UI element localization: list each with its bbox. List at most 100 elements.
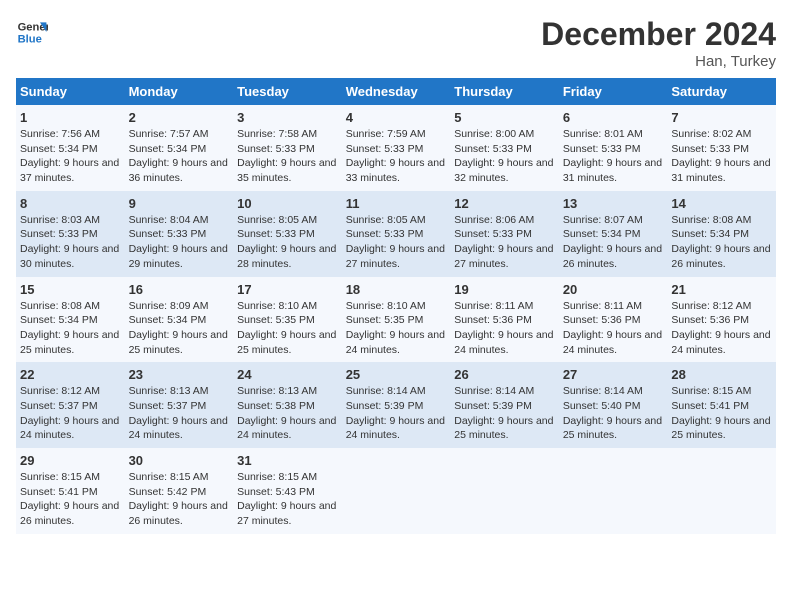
title-area: December 2024 Han, Turkey: [541, 16, 776, 70]
day-detail: Sunrise: 8:12 AMSunset: 5:36 PMDaylight:…: [671, 299, 772, 358]
day-number: 25: [346, 367, 447, 382]
day-number: 8: [20, 196, 121, 211]
day-number: 16: [129, 282, 230, 297]
day-detail: Sunrise: 7:57 AMSunset: 5:34 PMDaylight:…: [129, 127, 230, 186]
calendar-cell: 19 Sunrise: 8:11 AMSunset: 5:36 PMDaylig…: [450, 277, 559, 363]
day-detail: Sunrise: 8:08 AMSunset: 5:34 PMDaylight:…: [20, 299, 121, 358]
calendar-cell: 1 Sunrise: 7:56 AMSunset: 5:34 PMDayligh…: [16, 105, 125, 191]
calendar-cell: 23 Sunrise: 8:13 AMSunset: 5:37 PMDaylig…: [125, 362, 234, 448]
month-title: December 2024: [541, 16, 776, 53]
day-detail: Sunrise: 8:12 AMSunset: 5:37 PMDaylight:…: [20, 384, 121, 443]
svg-text:Blue: Blue: [18, 33, 42, 45]
logo: General Blue: [16, 16, 48, 48]
day-number: 28: [671, 367, 772, 382]
day-number: 24: [237, 367, 338, 382]
calendar-cell: 2 Sunrise: 7:57 AMSunset: 5:34 PMDayligh…: [125, 105, 234, 191]
day-number: 26: [454, 367, 555, 382]
day-detail: Sunrise: 8:01 AMSunset: 5:33 PMDaylight:…: [563, 127, 664, 186]
day-detail: Sunrise: 7:56 AMSunset: 5:34 PMDaylight:…: [20, 127, 121, 186]
col-tuesday: Tuesday: [233, 78, 342, 105]
col-monday: Monday: [125, 78, 234, 105]
calendar-cell: [559, 448, 668, 534]
calendar-cell: 13 Sunrise: 8:07 AMSunset: 5:34 PMDaylig…: [559, 191, 668, 277]
calendar-cell: 5 Sunrise: 8:00 AMSunset: 5:33 PMDayligh…: [450, 105, 559, 191]
day-number: 2: [129, 110, 230, 125]
day-number: 14: [671, 196, 772, 211]
day-detail: Sunrise: 8:00 AMSunset: 5:33 PMDaylight:…: [454, 127, 555, 186]
calendar-cell: 6 Sunrise: 8:01 AMSunset: 5:33 PMDayligh…: [559, 105, 668, 191]
calendar-cell: 21 Sunrise: 8:12 AMSunset: 5:36 PMDaylig…: [667, 277, 776, 363]
calendar-cell: 25 Sunrise: 8:14 AMSunset: 5:39 PMDaylig…: [342, 362, 451, 448]
day-number: 5: [454, 110, 555, 125]
calendar-cell: [667, 448, 776, 534]
logo-icon: General Blue: [16, 16, 48, 48]
day-number: 9: [129, 196, 230, 211]
day-detail: Sunrise: 8:14 AMSunset: 5:39 PMDaylight:…: [346, 384, 447, 443]
day-number: 21: [671, 282, 772, 297]
day-detail: Sunrise: 8:15 AMSunset: 5:41 PMDaylight:…: [671, 384, 772, 443]
day-detail: Sunrise: 8:09 AMSunset: 5:34 PMDaylight:…: [129, 299, 230, 358]
calendar-table: Sunday Monday Tuesday Wednesday Thursday…: [16, 78, 776, 534]
col-sunday: Sunday: [16, 78, 125, 105]
day-number: 1: [20, 110, 121, 125]
calendar-cell: 22 Sunrise: 8:12 AMSunset: 5:37 PMDaylig…: [16, 362, 125, 448]
calendar-week-row: 29 Sunrise: 8:15 AMSunset: 5:41 PMDaylig…: [16, 448, 776, 534]
calendar-cell: 11 Sunrise: 8:05 AMSunset: 5:33 PMDaylig…: [342, 191, 451, 277]
day-detail: Sunrise: 8:15 AMSunset: 5:43 PMDaylight:…: [237, 470, 338, 529]
day-number: 6: [563, 110, 664, 125]
calendar-cell: 7 Sunrise: 8:02 AMSunset: 5:33 PMDayligh…: [667, 105, 776, 191]
calendar-cell: 16 Sunrise: 8:09 AMSunset: 5:34 PMDaylig…: [125, 277, 234, 363]
calendar-cell: 12 Sunrise: 8:06 AMSunset: 5:33 PMDaylig…: [450, 191, 559, 277]
day-detail: Sunrise: 8:03 AMSunset: 5:33 PMDaylight:…: [20, 213, 121, 272]
day-detail: Sunrise: 8:08 AMSunset: 5:34 PMDaylight:…: [671, 213, 772, 272]
day-number: 3: [237, 110, 338, 125]
day-number: 13: [563, 196, 664, 211]
day-number: 7: [671, 110, 772, 125]
header: General Blue December 2024 Han, Turkey: [16, 16, 776, 70]
calendar-cell: 29 Sunrise: 8:15 AMSunset: 5:41 PMDaylig…: [16, 448, 125, 534]
col-friday: Friday: [559, 78, 668, 105]
day-number: 29: [20, 453, 121, 468]
calendar-cell: 17 Sunrise: 8:10 AMSunset: 5:35 PMDaylig…: [233, 277, 342, 363]
day-detail: Sunrise: 8:05 AMSunset: 5:33 PMDaylight:…: [237, 213, 338, 272]
calendar-cell: [342, 448, 451, 534]
calendar-cell: 26 Sunrise: 8:14 AMSunset: 5:39 PMDaylig…: [450, 362, 559, 448]
col-saturday: Saturday: [667, 78, 776, 105]
day-number: 23: [129, 367, 230, 382]
col-wednesday: Wednesday: [342, 78, 451, 105]
calendar-week-row: 1 Sunrise: 7:56 AMSunset: 5:34 PMDayligh…: [16, 105, 776, 191]
day-detail: Sunrise: 8:10 AMSunset: 5:35 PMDaylight:…: [237, 299, 338, 358]
day-number: 27: [563, 367, 664, 382]
calendar-cell: 8 Sunrise: 8:03 AMSunset: 5:33 PMDayligh…: [16, 191, 125, 277]
col-thursday: Thursday: [450, 78, 559, 105]
location: Han, Turkey: [541, 53, 776, 70]
day-detail: Sunrise: 8:07 AMSunset: 5:34 PMDaylight:…: [563, 213, 664, 272]
calendar-cell: [450, 448, 559, 534]
calendar-cell: 20 Sunrise: 8:11 AMSunset: 5:36 PMDaylig…: [559, 277, 668, 363]
calendar-cell: 30 Sunrise: 8:15 AMSunset: 5:42 PMDaylig…: [125, 448, 234, 534]
day-detail: Sunrise: 8:11 AMSunset: 5:36 PMDaylight:…: [563, 299, 664, 358]
calendar-week-row: 8 Sunrise: 8:03 AMSunset: 5:33 PMDayligh…: [16, 191, 776, 277]
day-number: 18: [346, 282, 447, 297]
calendar-cell: 4 Sunrise: 7:59 AMSunset: 5:33 PMDayligh…: [342, 105, 451, 191]
day-number: 30: [129, 453, 230, 468]
day-detail: Sunrise: 8:06 AMSunset: 5:33 PMDaylight:…: [454, 213, 555, 272]
calendar-week-row: 22 Sunrise: 8:12 AMSunset: 5:37 PMDaylig…: [16, 362, 776, 448]
calendar-cell: 3 Sunrise: 7:58 AMSunset: 5:33 PMDayligh…: [233, 105, 342, 191]
calendar-cell: 28 Sunrise: 8:15 AMSunset: 5:41 PMDaylig…: [667, 362, 776, 448]
calendar-cell: 9 Sunrise: 8:04 AMSunset: 5:33 PMDayligh…: [125, 191, 234, 277]
day-detail: Sunrise: 8:14 AMSunset: 5:40 PMDaylight:…: [563, 384, 664, 443]
day-detail: Sunrise: 8:02 AMSunset: 5:33 PMDaylight:…: [671, 127, 772, 186]
day-number: 4: [346, 110, 447, 125]
day-detail: Sunrise: 8:15 AMSunset: 5:41 PMDaylight:…: [20, 470, 121, 529]
day-number: 15: [20, 282, 121, 297]
calendar-cell: 27 Sunrise: 8:14 AMSunset: 5:40 PMDaylig…: [559, 362, 668, 448]
day-detail: Sunrise: 8:13 AMSunset: 5:37 PMDaylight:…: [129, 384, 230, 443]
day-number: 10: [237, 196, 338, 211]
day-number: 20: [563, 282, 664, 297]
header-row: Sunday Monday Tuesday Wednesday Thursday…: [16, 78, 776, 105]
day-detail: Sunrise: 8:15 AMSunset: 5:42 PMDaylight:…: [129, 470, 230, 529]
day-number: 19: [454, 282, 555, 297]
calendar-cell: 18 Sunrise: 8:10 AMSunset: 5:35 PMDaylig…: [342, 277, 451, 363]
day-number: 17: [237, 282, 338, 297]
